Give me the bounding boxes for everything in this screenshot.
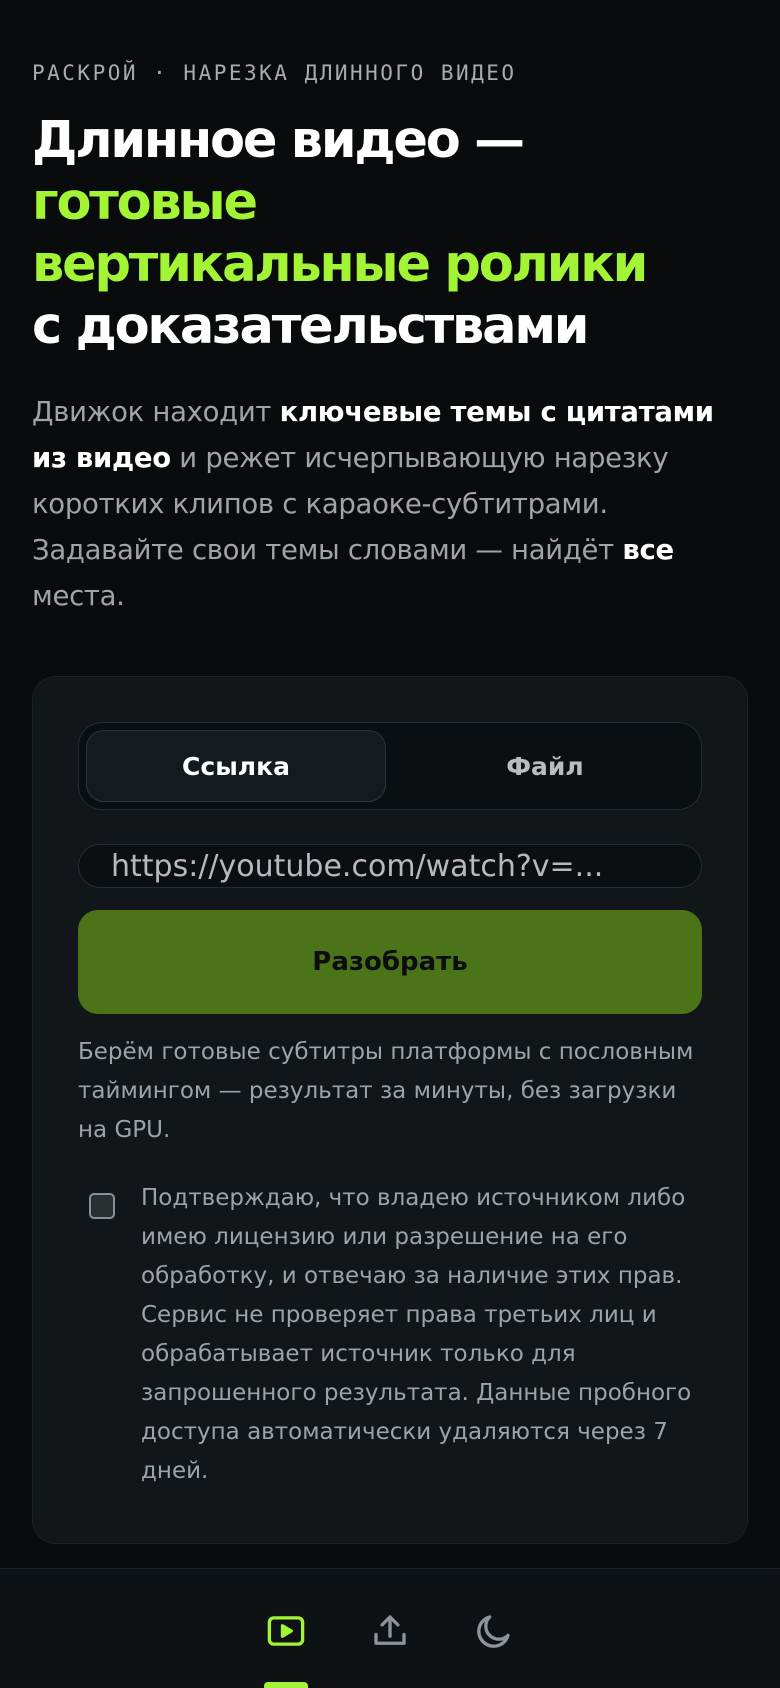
- hero-title-accent-line-1: готовые: [32, 173, 258, 232]
- subtitles-note: Берём готовые субтитры платформы с посло…: [78, 1039, 694, 1143]
- eyebrow-label: РАСКРОЙ · НАРЕЗКА ДЛИННОГО ВИДЕО: [32, 61, 517, 85]
- consent-text: Подтверждаю, что владею источником либо …: [141, 1185, 692, 1484]
- nav-theme-button[interactable]: [470, 1607, 518, 1655]
- lead-bold-2: все: [622, 534, 674, 566]
- upload-icon: [374, 1615, 406, 1645]
- hero-title-accent-line-2: вертикальные ролики: [32, 235, 648, 294]
- hero-title: Длинное видео — готовые вертикальные рол…: [32, 110, 762, 358]
- tab-file[interactable]: Файл: [395, 730, 695, 802]
- consent-checkbox[interactable]: [89, 1193, 115, 1219]
- lead-paragraph: Движок находит ключевые темы с цитатами …: [32, 389, 757, 619]
- hero-title-line-4: с доказательствами: [32, 297, 590, 356]
- lead-text-3: места.: [32, 580, 125, 612]
- source-tabs: Ссылка Файл: [78, 722, 702, 810]
- analyze-button[interactable]: Разобрать: [78, 910, 702, 1014]
- url-input[interactable]: [78, 844, 702, 888]
- nav-upload-button[interactable]: [366, 1607, 414, 1655]
- upload-card: Ссылка Файл Разобрать Берём готовые субт…: [32, 676, 748, 1544]
- bottom-nav: [0, 1568, 780, 1688]
- moon-icon: [477, 1615, 510, 1648]
- active-nav-indicator: [264, 1682, 308, 1688]
- page: РАСКРОЙ · НАРЕЗКА ДЛИННОГО ВИДЕО Длинное…: [0, 0, 780, 1688]
- tab-link[interactable]: Ссылка: [86, 730, 386, 802]
- video-play-icon: [267, 1616, 305, 1646]
- nav-video-button[interactable]: [262, 1607, 310, 1655]
- lead-text-1: Движок находит: [32, 396, 280, 428]
- hero-title-line-1: Длинное видео —: [32, 111, 525, 170]
